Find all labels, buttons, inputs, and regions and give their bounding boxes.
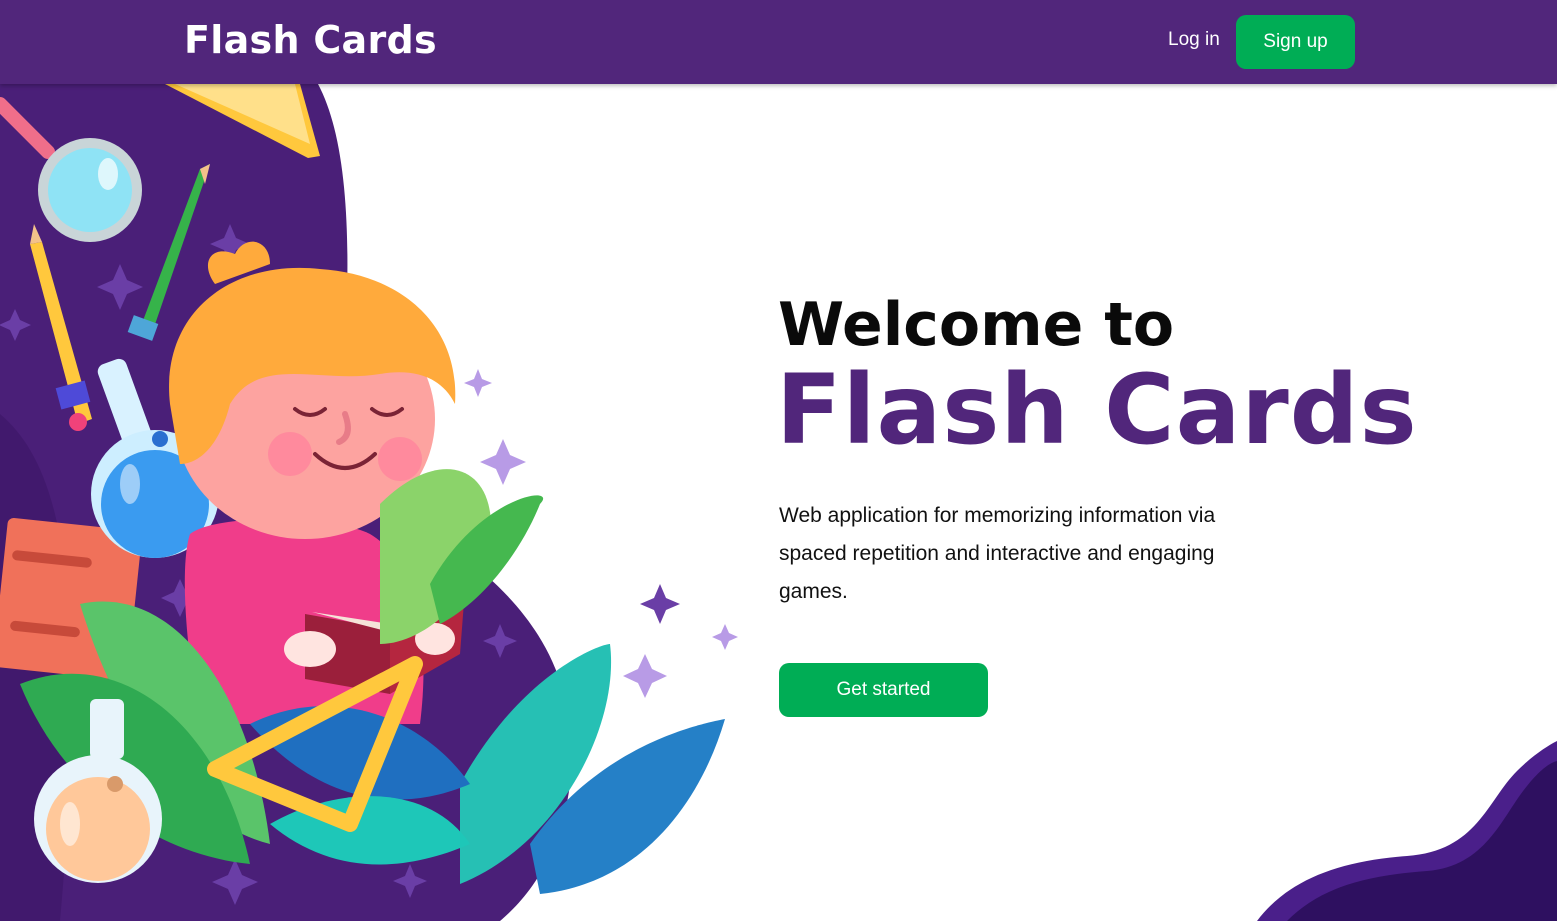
top-navbar: Flash Cards Log in Sign up — [0, 0, 1557, 84]
signup-button[interactable]: Sign up — [1236, 15, 1355, 69]
welcome-heading: Welcome to — [778, 290, 1175, 360]
decorative-wave — [1257, 741, 1557, 921]
brand-logo[interactable]: Flash Cards — [184, 18, 437, 62]
login-link[interactable]: Log in — [1168, 29, 1220, 51]
get-started-button[interactable]: Get started — [779, 663, 988, 717]
hero-title: Flash Cards — [776, 354, 1418, 466]
child-reading-illustration — [0, 84, 738, 921]
hero-description: Web application for memorizing informati… — [779, 504, 1216, 603]
